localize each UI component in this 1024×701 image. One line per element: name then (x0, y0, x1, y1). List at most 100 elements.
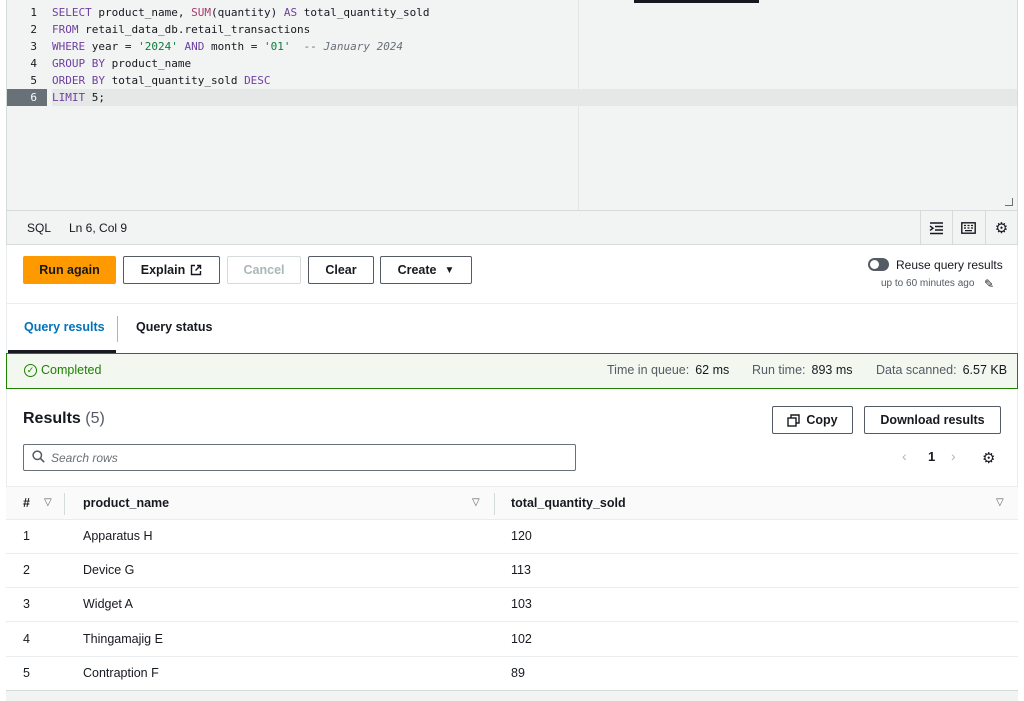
table-cell: 2 (23, 563, 30, 578)
column-divider[interactable] (64, 493, 65, 515)
table-row[interactable]: 4 Thingamajig E 102 (6, 622, 1018, 657)
code-line[interactable]: WHERE year = '2024' AND month = '01' -- … (52, 38, 1017, 55)
code-line[interactable]: SELECT product_name, SUM(quantity) AS to… (52, 4, 1017, 21)
previous-page-icon[interactable]: ‹ (902, 448, 907, 464)
run-again-button[interactable]: Run again (23, 256, 116, 284)
editor-settings-button[interactable]: ⚙ (985, 211, 1017, 245)
time-in-queue-label: Time in queue: (607, 363, 690, 377)
code-token: -- January 2024 (303, 40, 404, 53)
code-token: LIMIT (52, 91, 86, 104)
sort-caret-icon[interactable]: ▽ (44, 497, 52, 508)
download-results-button[interactable]: Download results (864, 406, 1001, 434)
edit-pencil-icon[interactable]: ✎ (984, 277, 994, 291)
code-token: '01' (263, 40, 291, 53)
format-query-button[interactable] (920, 211, 952, 245)
search-icon (32, 450, 45, 463)
line-number: 2 (30, 23, 37, 36)
run-time-value: 893 ms (811, 363, 853, 377)
editor-status-bar: SQL Ln 6, Col 9 ⚙ (6, 210, 1018, 245)
line-number: 3 (30, 40, 37, 53)
table-row[interactable]: 5 Contraption F 89 (6, 656, 1018, 691)
external-link-icon (191, 264, 202, 276)
table-cell: 89 (511, 665, 525, 680)
table-cell: Thingamajig E (83, 631, 163, 646)
table-cell: 1 (23, 529, 30, 543)
time-in-queue: Time in queue: 62 ms (607, 363, 729, 377)
panel-bottom-edge (6, 690, 1018, 701)
copy-button[interactable]: Copy (772, 406, 853, 434)
results-title: Results (23, 410, 81, 427)
table-cell: 120 (511, 529, 532, 543)
table-cell: Apparatus H (83, 529, 153, 543)
code-token: FROM (52, 23, 79, 36)
tab-query-status[interactable]: Query status (136, 320, 212, 334)
reuse-results-toggle[interactable] (868, 258, 889, 271)
format-icon (929, 221, 943, 234)
sort-caret-icon[interactable]: ▽ (996, 497, 1004, 508)
sql-editor[interactable]: 1 2 3 4 5 6 SELECT product_name, SUM(quantity… (6, 0, 1018, 210)
cancel-button[interactable]: Cancel (227, 256, 301, 284)
table-cell: Device G (83, 563, 135, 578)
line-number-gutter: 1 2 3 4 5 6 (7, 4, 47, 106)
table-cell: 3 (23, 597, 30, 612)
line-number: 1 (30, 6, 37, 19)
table-preferences-icon[interactable]: ⚙ (982, 449, 995, 467)
code-area[interactable]: SELECT product_name, SUM(quantity) AS to… (52, 4, 1017, 106)
create-dropdown-button[interactable]: Create ▼ (380, 256, 472, 284)
column-header-index[interactable]: # (23, 496, 30, 510)
code-token: year = (85, 40, 139, 53)
run-time-label: Run time: (752, 363, 806, 377)
code-token: GROUP BY (52, 57, 105, 70)
current-page-number[interactable]: 1 (928, 449, 935, 464)
line-number: 6 (7, 89, 47, 106)
query-status-banner: ✓ Completed Time in queue: 62 ms Run time… (6, 353, 1018, 389)
code-token: WHERE (52, 40, 86, 53)
table-cell: 5 (23, 665, 30, 680)
tab-query-results[interactable]: Query results (24, 320, 105, 334)
tab-divider (117, 316, 118, 342)
keyboard-icon (961, 222, 976, 234)
code-line[interactable]: ORDER BY total_quantity_sold DESC (52, 72, 1017, 89)
sort-caret-icon[interactable]: ▽ (472, 497, 480, 508)
explain-label: Explain (140, 263, 186, 277)
column-header-total-quantity-sold[interactable]: total_quantity_sold (511, 496, 626, 510)
column-divider[interactable] (494, 493, 495, 515)
table-cell: 102 (511, 631, 532, 646)
data-scanned-value: 6.57 KB (962, 363, 1008, 377)
search-rows-input[interactable] (51, 449, 551, 467)
explain-button[interactable]: Explain (123, 256, 220, 284)
table-row[interactable]: 3 Widget A 103 (6, 588, 1018, 623)
reuse-results-label: Reuse query results (896, 258, 1003, 272)
resize-handle-icon[interactable] (1005, 198, 1013, 206)
search-rows-field[interactable] (23, 444, 576, 471)
table-cell: Contraption F (83, 665, 159, 680)
caret-down-icon: ▼ (444, 264, 455, 276)
results-heading: Results (5) (23, 410, 105, 428)
code-token: ORDER BY (52, 74, 105, 87)
code-line[interactable]: FROM retail_data_db.retail_transactions (52, 21, 1017, 38)
table-row[interactable]: 2 Device G 113 (6, 554, 1018, 589)
table-header: # ▽ product_name ▽ total_quantity_sold ▽ (6, 486, 1018, 520)
create-label: Create (397, 263, 437, 277)
next-page-icon[interactable]: › (951, 448, 956, 464)
code-token: 5; (85, 91, 105, 104)
copy-icon (787, 413, 801, 427)
code-token: retail_data_db.retail_transactions (78, 23, 311, 36)
code-token: AND (184, 40, 205, 53)
settings-icon: ⚙ (994, 220, 1009, 237)
results-count: (5) (85, 410, 105, 427)
code-token: SUM (191, 6, 211, 19)
check-circle-icon: ✓ (24, 364, 37, 377)
status-text: Completed (41, 363, 102, 377)
code-token: product_name, (91, 6, 192, 19)
line-number: 4 (30, 57, 37, 70)
clear-button[interactable]: Clear (308, 256, 374, 284)
keyboard-shortcuts-button[interactable] (952, 211, 984, 245)
code-token: month = (204, 40, 264, 53)
code-token: (quantity) (210, 6, 284, 19)
copy-label: Copy (806, 413, 838, 427)
code-line[interactable]: GROUP BY product_name (52, 55, 1017, 72)
code-line[interactable]: LIMIT 5; (52, 89, 1017, 106)
table-row[interactable]: 1 Apparatus H 120 (6, 520, 1018, 554)
column-header-product-name[interactable]: product_name (83, 496, 169, 510)
